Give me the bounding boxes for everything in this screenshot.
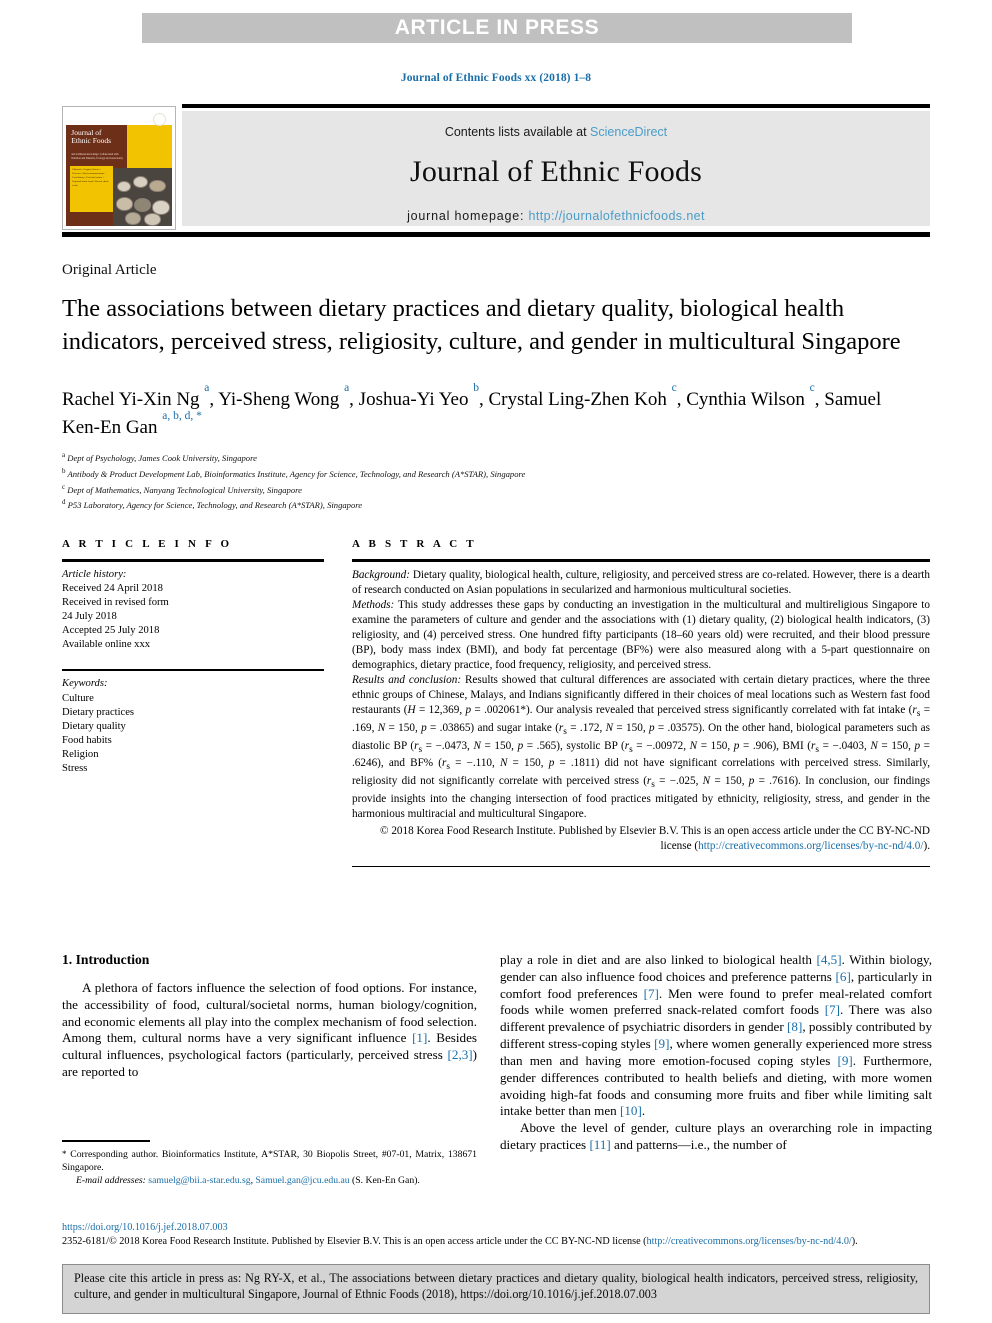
paper-page: ARTICLE IN PRESS Journal of Ethnic Foods… xyxy=(0,0,992,1323)
intro-paragraph-1: A plethora of factors influence the sele… xyxy=(62,980,477,1080)
article-history-block: Article history: Received 24 April 2018 … xyxy=(62,568,324,652)
issn-tail: ). xyxy=(851,1235,858,1247)
keyword-item: Food habits xyxy=(62,734,112,746)
keyword-item: Stress xyxy=(62,762,88,774)
body-column-left: 1. Introduction A plethora of factors in… xyxy=(62,952,477,1081)
contents-lists-line: Contents lists available at ScienceDirec… xyxy=(182,111,930,139)
abstract-results-text: Results showed that cultural differences… xyxy=(352,673,931,820)
homepage-label: journal homepage: xyxy=(407,209,529,223)
issn-copyright-line: 2352-6181/© 2018 Korea Food Research Ins… xyxy=(62,1235,930,1249)
abstract-copyright: © 2018 Korea Food Research Institute. Pu… xyxy=(352,824,930,854)
masthead-top-rule xyxy=(182,104,930,108)
affiliation-mark: d xyxy=(62,498,66,507)
article-info-heading: A R T I C L E I N F O xyxy=(62,538,233,550)
intro-paragraph-1-continued: play a role in diet and are also linked … xyxy=(500,952,933,1119)
abstract-results-label: Results and conclusion: xyxy=(352,673,462,686)
abstract-heading: A B S T R A C T xyxy=(352,538,477,550)
contents-lists-prefix: Contents lists available at xyxy=(444,125,591,139)
issn-text: 2352-6181/© 2018 Korea Food Research Ins… xyxy=(62,1235,647,1247)
footnote-text: * Corresponding author. Bioinformatics I… xyxy=(62,1148,477,1188)
doi-line: https://doi.org/10.1016/j.jef.2018.07.00… xyxy=(62,1221,930,1235)
journal-homepage-link[interactable]: http://journalofethnicfoods.net xyxy=(529,209,705,223)
article-in-press-label: ARTICLE IN PRESS xyxy=(394,16,600,39)
article-info-column: A R T I C L E I N F O Article history: R… xyxy=(62,538,324,776)
keyword-item: Religion xyxy=(62,748,99,760)
keywords-block: Keywords: Culture Dietary practices Diet… xyxy=(62,677,324,776)
keywords-rule xyxy=(62,668,324,672)
affiliation-mark: a xyxy=(62,451,66,459)
issn-cc-link[interactable]: http://creativecommons.org/licenses/by-n… xyxy=(647,1236,852,1247)
running-head: Journal of Ethnic Foods xx (2018) 1–8 xyxy=(400,72,592,84)
masthead-bottom-rule xyxy=(62,232,930,237)
article-in-press-banner: ARTICLE IN PRESS xyxy=(142,13,852,43)
affiliation-text: Antibody & Product Development Lab, Bioi… xyxy=(67,468,526,479)
abstract-methods: Methods: This study addresses these gaps… xyxy=(352,598,930,673)
article-info-rule xyxy=(62,559,324,562)
abstract-results: Results and conclusion: Results showed t… xyxy=(352,673,930,822)
journal-title: Journal of Ethnic Foods xyxy=(409,155,703,188)
affiliation-text: Dept of Psychology, James Cook Universit… xyxy=(67,452,257,463)
intro-paragraph-2: Above the level of gender, culture plays… xyxy=(500,1120,932,1152)
email-link-2[interactable]: Samuel.gan@jcu.edu.au xyxy=(255,1175,349,1186)
history-item: Available online xxx xyxy=(62,638,151,650)
keyword-item: Dietary quality xyxy=(62,720,126,732)
author-list: Rachel Yi-Xin Ng a, Yi-Sheng Wong a, Jos… xyxy=(62,382,882,438)
history-item: Accepted 25 July 2018 xyxy=(62,624,160,636)
corresponding-author-footnote: * Corresponding author. Bioinformatics I… xyxy=(62,1140,477,1188)
affiliation-text: P53 Laboratory, Agency for Science, Tech… xyxy=(67,500,363,511)
email-tail: (S. Ken-En Gan). xyxy=(352,1175,420,1187)
copyright-tail: ). xyxy=(923,840,930,853)
journal-homepage-line: journal homepage: http://journalofethnic… xyxy=(182,209,930,223)
affiliation-list: a Dept of Psychology, James Cook Univers… xyxy=(62,450,932,513)
journal-cover-thumbnail: Journal of Ethnic Foods and traditional … xyxy=(62,106,176,230)
masthead-banner: Contents lists available at ScienceDirec… xyxy=(182,111,930,226)
corresponding-author-line: * Corresponding author. Bioinformatics I… xyxy=(62,1148,477,1173)
body-column-right: play a role in diet and are also linked … xyxy=(500,952,932,1154)
history-item: 24 July 2018 xyxy=(62,610,117,622)
abstract-background-label: Background: xyxy=(352,568,410,581)
article-type-label: Original Article xyxy=(62,262,157,278)
sciencedirect-link[interactable]: ScienceDirect xyxy=(590,125,667,139)
abstract-column: A B S T R A C T Background: Dietary qual… xyxy=(352,538,930,868)
abstract-background: Background: Dietary quality, biological … xyxy=(352,568,930,598)
abstract-methods-label: Methods: xyxy=(352,598,395,611)
affiliation-mark: b xyxy=(62,466,66,475)
cover-title: Journal of Ethnic Foods xyxy=(71,127,112,146)
affiliation-item: d P53 Laboratory, Agency for Science, Te… xyxy=(62,497,932,513)
publisher-footer: https://doi.org/10.1016/j.jef.2018.07.00… xyxy=(62,1221,930,1249)
cover-photo xyxy=(112,168,172,226)
abstract-bottom-rule xyxy=(352,866,930,868)
affiliation-item: b Antibody & Product Development Lab, Bi… xyxy=(62,466,932,482)
affiliation-item: a Dept of Psychology, James Cook Univers… xyxy=(62,450,932,466)
affiliation-item: c Dept of Mathematics, Nanyang Technolog… xyxy=(62,482,932,498)
email-line: E-mail addresses: samuelg@bii.a-star.edu… xyxy=(76,1175,420,1187)
abstract-rule xyxy=(352,559,930,562)
cover-contents-text: Editorials / Original Articles / Reviews… xyxy=(72,168,109,188)
please-cite-box: Please cite this article in press as: Ng… xyxy=(62,1264,930,1314)
history-item: Received 24 April 2018 xyxy=(62,582,163,594)
keyword-item: Dietary practices xyxy=(62,706,135,718)
cc-license-link[interactable]: http://creativecommons.org/licenses/by-n… xyxy=(698,840,923,852)
abstract-background-text: Dietary quality, biological health, cult… xyxy=(352,568,930,596)
email-link-1[interactable]: samuelg@bii.a-star.edu.sg xyxy=(148,1175,250,1186)
affiliation-mark: c xyxy=(62,482,66,491)
section-title-introduction: 1. Introduction xyxy=(62,952,150,967)
please-cite-text: Please cite this article in press as: Ng… xyxy=(74,1271,918,1301)
cover-subtitle: and traditional knowledge: Collaborated … xyxy=(71,152,123,160)
history-item: Received in revised form xyxy=(62,596,169,608)
article-history-label: Article history: xyxy=(62,568,127,580)
abstract-body: Background: Dietary quality, biological … xyxy=(352,568,930,823)
abstract-methods-text: This study addresses these gaps by condu… xyxy=(352,598,930,671)
keywords-label: Keywords: xyxy=(62,678,108,690)
keyword-item: Culture xyxy=(62,692,94,704)
doi-link[interactable]: https://doi.org/10.1016/j.jef.2018.07.00… xyxy=(62,1222,228,1233)
footnote-rule xyxy=(62,1140,150,1142)
email-label: E-mail addresses: xyxy=(76,1175,146,1187)
page-title: The associations between dietary practic… xyxy=(62,295,901,355)
affiliation-text: Dept of Mathematics, Nanyang Technologic… xyxy=(67,484,302,495)
